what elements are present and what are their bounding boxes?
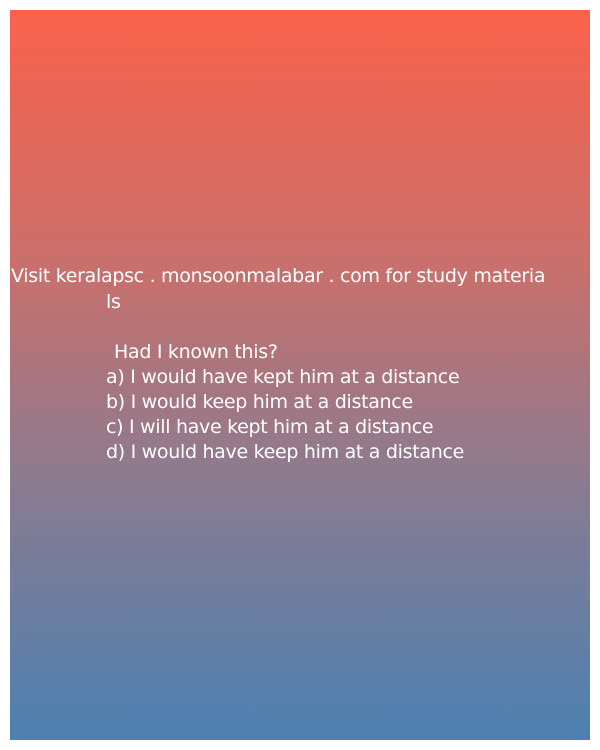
option-a: a) I would have kept him at a distance bbox=[106, 366, 460, 388]
option-c: c) I will have kept him at a distance bbox=[106, 416, 434, 438]
question-text: Had I known this? bbox=[114, 341, 278, 363]
option-b: b) I would keep him at a distance bbox=[106, 391, 413, 413]
answer-options: a) I would have kept him at a distance b… bbox=[106, 365, 464, 465]
option-d: d) I would have keep him at a distance bbox=[106, 441, 464, 463]
promo-text: Visit keralapsc . monsoonmalabar . com f… bbox=[11, 265, 546, 287]
question-card: Visit keralapsc . monsoonmalabar . com f… bbox=[10, 10, 590, 740]
promo-text-continued: ls bbox=[106, 291, 121, 313]
